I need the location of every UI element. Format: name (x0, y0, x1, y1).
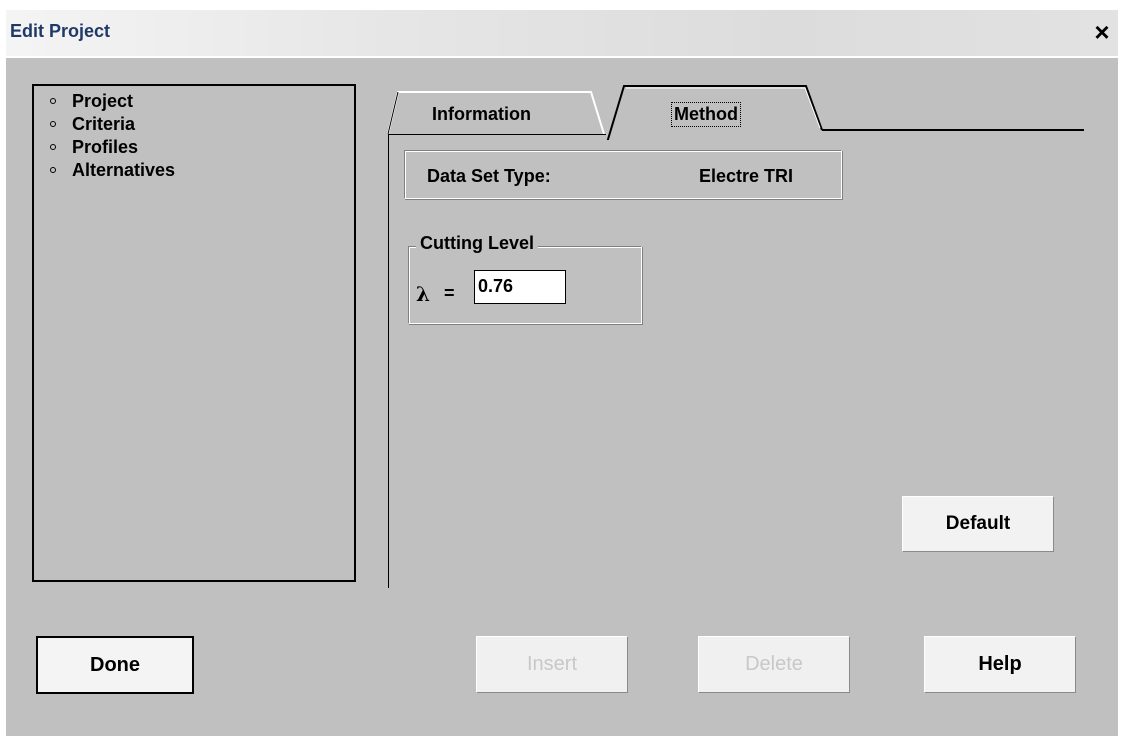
bullet-icon (50, 144, 56, 150)
done-button[interactable]: Done (36, 636, 194, 694)
bullet-icon (50, 98, 56, 104)
bullet-icon (50, 167, 56, 173)
insert-button[interactable]: Insert (476, 636, 628, 693)
tab-baseline-left (388, 134, 606, 135)
tab-information[interactable]: Information (432, 104, 531, 125)
tab-baseline-right (822, 129, 1084, 131)
title-bar: Edit Project × (6, 10, 1118, 56)
delete-button[interactable]: Delete (698, 636, 850, 693)
window-title: Edit Project (10, 21, 111, 41)
nav-item-label: Project (72, 91, 134, 111)
nav-item-alternatives[interactable]: Alternatives (34, 159, 354, 182)
nav-item-criteria[interactable]: Criteria (34, 113, 354, 136)
cutting-level-label: Cutting Level (416, 233, 539, 254)
lambda-symbol: λ (416, 282, 431, 306)
title-separator (6, 56, 1118, 58)
nav-item-label: Profiles (72, 137, 139, 157)
default-button[interactable]: Default (902, 496, 1054, 552)
data-set-type-value: Electre TRI (699, 166, 794, 186)
cutting-level-input[interactable]: 0.76 (474, 270, 566, 304)
data-set-type-panel: Data Set Type: Electre TRI (404, 150, 842, 199)
nav-item-profiles[interactable]: Profiles (34, 136, 354, 159)
data-set-type-label: Data Set Type: (427, 166, 551, 186)
nav-item-label: Criteria (72, 114, 136, 134)
bullet-icon (50, 121, 56, 127)
equals-sign: = (444, 283, 455, 303)
nav-item-project[interactable]: Project (34, 90, 354, 113)
tab-method[interactable]: Method (671, 102, 741, 127)
project-section-list: Project Criteria Profiles Alternatives (32, 84, 356, 582)
nav-item-label: Alternatives (72, 160, 176, 180)
tab-panel-left-edge (388, 134, 389, 588)
close-icon[interactable]: × (1088, 18, 1116, 46)
help-button[interactable]: Help (924, 636, 1076, 693)
tab-information-edge (387, 91, 399, 135)
